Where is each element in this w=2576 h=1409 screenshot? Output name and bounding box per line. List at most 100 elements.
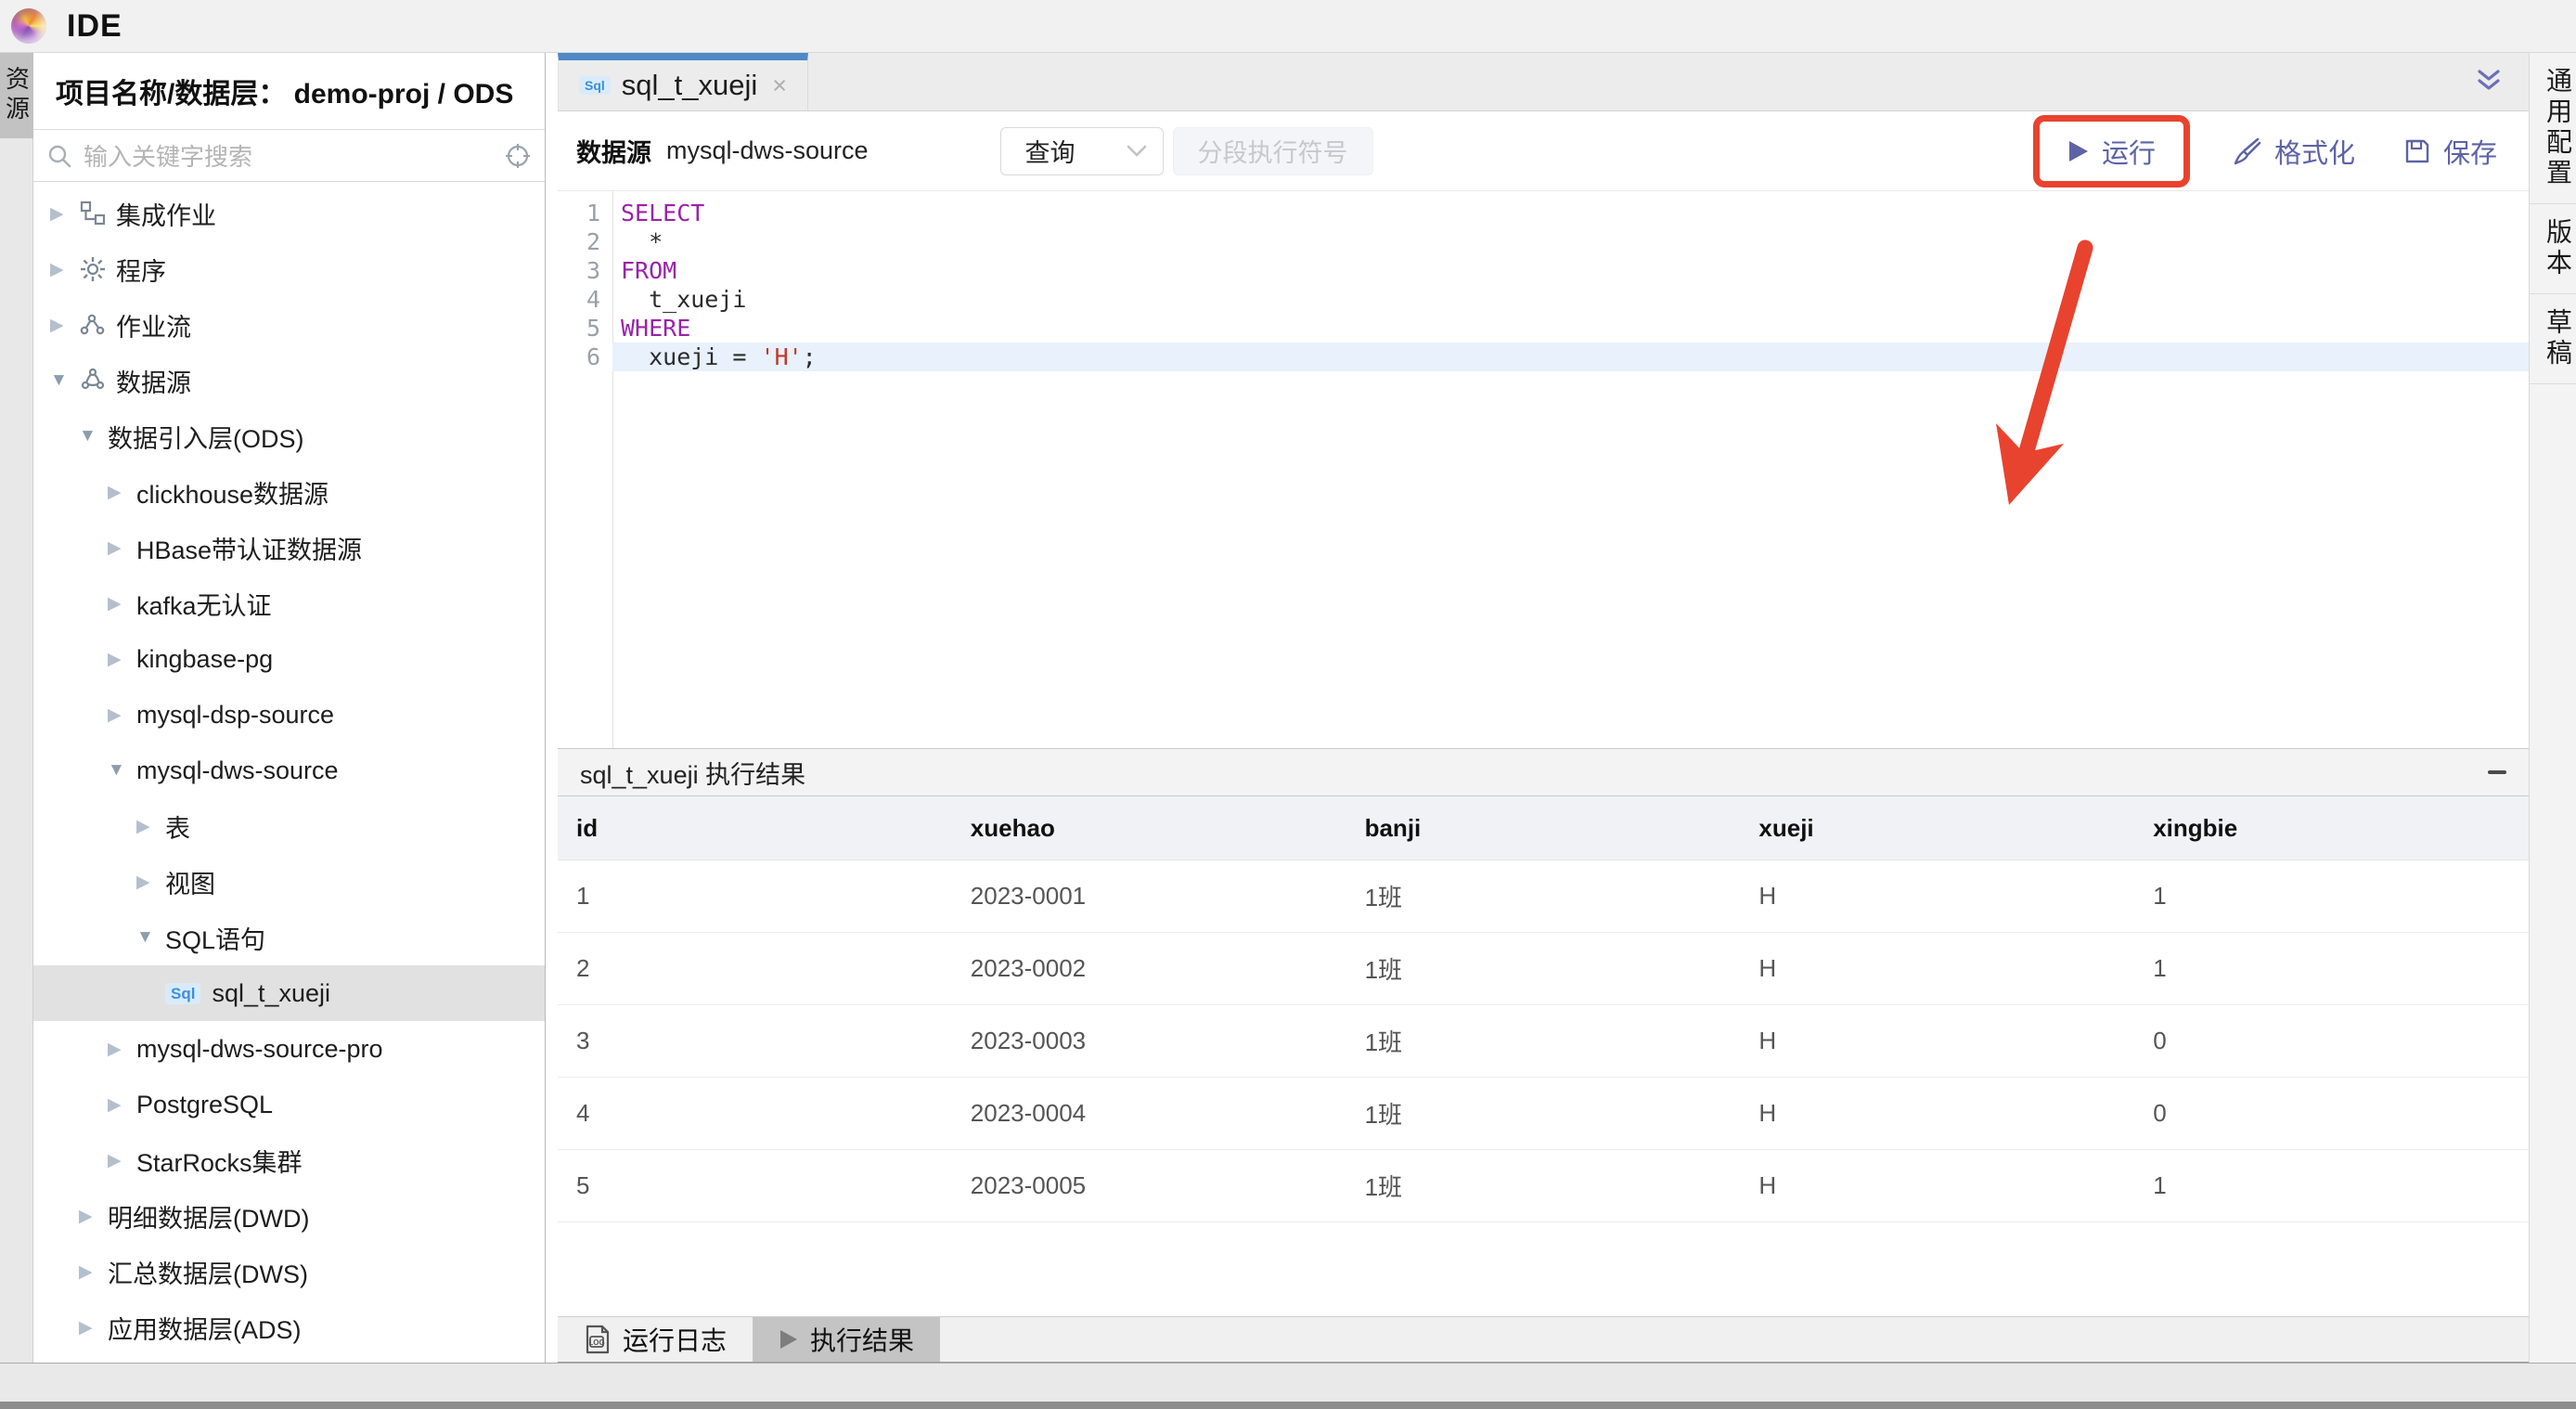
search-input[interactable]: 输入关键字搜索 (84, 138, 504, 173)
tree-item-mysql-dsp-source[interactable]: ▶ mysql-dsp-source (33, 687, 545, 743)
search-icon (46, 143, 72, 169)
expand-arrow-icon[interactable]: ▶ (108, 649, 136, 670)
table-cell: 1 (2134, 860, 2529, 933)
code-line-2[interactable]: 2 * (558, 227, 2529, 256)
tree-item-label: mysql-dsp-source (136, 701, 334, 730)
tree-item-label: 集成作业 (116, 196, 216, 232)
tab-close-icon[interactable]: × (772, 71, 787, 100)
code-text: FROM (612, 256, 2529, 285)
table-row[interactable]: 52023-00051班H1 (558, 1150, 2529, 1222)
sql-file-icon: Sql (579, 76, 611, 95)
results-table: idxuehaobanjixuejixingbie 12023-00011班H1… (558, 796, 2529, 1222)
table-row[interactable]: 32023-00031班H0 (558, 1005, 2529, 1078)
expand-arrow-icon[interactable]: ▶ (108, 537, 136, 559)
app-logo-icon (11, 8, 46, 44)
expand-arrow-icon[interactable]: ▶ (108, 1150, 136, 1171)
tab-run-log[interactable]: LOG 运行日志 (558, 1317, 753, 1362)
code-line-3[interactable]: 3FROM (558, 256, 2529, 285)
expand-arrow-icon[interactable]: ▶ (108, 1094, 136, 1116)
tree-search-bar[interactable]: 输入关键字搜索 (33, 130, 545, 182)
tree-item-clickhouse数据源[interactable]: ▶ clickhouse数据源 (33, 464, 545, 520)
expand-arrow-icon[interactable]: ▶ (79, 1261, 108, 1283)
tree-item-PostgreSQL[interactable]: ▶ PostgreSQL (33, 1077, 545, 1132)
tree-item-label: StarRocks集群 (136, 1143, 303, 1179)
expand-arrow-icon[interactable]: ▼ (79, 426, 108, 446)
tree-item-sql_t_xueji[interactable]: Sql sql_t_xueji (33, 965, 545, 1021)
tree-item-label: 作业流 (116, 307, 191, 343)
project-header: 项目名称/数据层： demo-proj / ODS (33, 53, 545, 130)
top-bar: IDE (0, 0, 2576, 53)
tree-item-集成作业[interactable]: ▶ 集成作业 (33, 186, 545, 241)
code-line-5[interactable]: 5WHERE (558, 314, 2529, 343)
locate-icon[interactable] (504, 142, 532, 170)
tree-item-应用数据层(ADS)[interactable]: ▶ 应用数据层(ADS) (33, 1299, 545, 1355)
tree-item-程序[interactable]: ▶ 程序 (33, 241, 545, 297)
table-row[interactable]: 22023-00021班H1 (558, 933, 2529, 1005)
tree-item-视图[interactable]: ▶ 视图 (33, 854, 545, 910)
expand-arrow-icon[interactable]: ▶ (136, 816, 165, 837)
tree-item-HBase带认证数据源[interactable]: ▶ HBase带认证数据源 (33, 520, 545, 575)
save-button[interactable]: 保存 (2403, 132, 2497, 171)
table-cell: 2023-0001 (952, 860, 1346, 933)
table-cell: 5 (558, 1150, 952, 1222)
expand-arrow-icon[interactable]: ▶ (79, 1206, 108, 1227)
expand-arrow-icon[interactable]: ▶ (108, 704, 136, 726)
table-row[interactable]: 42023-00041班H0 (558, 1078, 2529, 1150)
chevron-down-icon (1126, 144, 1148, 159)
line-number: 1 (558, 199, 612, 227)
code-line-1[interactable]: 1SELECT (558, 199, 2529, 227)
tab-exec-result[interactable]: 执行结果 (753, 1317, 940, 1362)
workflow-icon (79, 311, 107, 339)
expand-arrow-icon[interactable]: ▶ (108, 482, 136, 503)
expand-arrow-icon[interactable]: ▶ (108, 1039, 136, 1060)
tree-item-StarRocks集群[interactable]: ▶ StarRocks集群 (33, 1132, 545, 1188)
format-button[interactable]: 格式化 (2233, 132, 2355, 171)
table-cell: 4 (558, 1078, 952, 1150)
column-header-id: id (558, 796, 952, 860)
tree-item-表[interactable]: ▶ 表 (33, 798, 545, 854)
tree-item-作业流[interactable]: ▶ 作业流 (33, 297, 545, 353)
tree-item-label: 应用数据层(ADS) (108, 1310, 302, 1346)
expand-arrow-icon[interactable]: ▶ (50, 259, 79, 280)
expand-arrow-icon[interactable]: ▶ (50, 203, 79, 225)
save-icon (2403, 137, 2431, 165)
expand-arrow-icon[interactable]: ▼ (108, 760, 136, 781)
tree-item-数据引入层(ODS)[interactable]: ▼ 数据引入层(ODS) (33, 408, 545, 464)
line-number: 6 (558, 343, 612, 371)
tree-item-kafka无认证[interactable]: ▶ kafka无认证 (33, 575, 545, 631)
rail-tab-resources[interactable]: 资源 (0, 53, 33, 138)
table-cell: 2023-0004 (952, 1078, 1346, 1150)
collapse-editor-icon[interactable] (2473, 53, 2505, 110)
tab-sql-t-xueji[interactable]: Sql sql_t_xueji × (558, 53, 808, 110)
minimize-icon[interactable] (2488, 770, 2506, 774)
tree-item-SQL语句[interactable]: ▼ SQL语句 (33, 910, 545, 965)
query-mode-select[interactable]: 查询 (1000, 127, 1164, 175)
tree-item-汇总数据层(DWS)[interactable]: ▶ 汇总数据层(DWS) (33, 1244, 545, 1299)
tree-item-mysql-dws-source-pro[interactable]: ▶ mysql-dws-source-pro (33, 1021, 545, 1077)
code-line-6[interactable]: 6 xueji = 'H'; (558, 343, 2529, 371)
code-text: * (612, 227, 2529, 256)
table-row[interactable]: 12023-00011班H1 (558, 860, 2529, 933)
run-button[interactable]: 运行 (2067, 132, 2156, 171)
play-icon (2067, 139, 2090, 163)
code-line-4[interactable]: 4 t_xueji (558, 285, 2529, 314)
expand-arrow-icon[interactable]: ▶ (79, 1317, 108, 1338)
results-panel-title: sql_t_xueji 执行结果 (580, 755, 805, 791)
expand-arrow-icon[interactable]: ▼ (136, 927, 165, 948)
table-cell: 2 (558, 933, 952, 1005)
tree-item-mysql-dws-source[interactable]: ▼ mysql-dws-source (33, 743, 545, 798)
expand-arrow-icon[interactable]: ▶ (136, 872, 165, 893)
tree-item-kingbase-pg[interactable]: ▶ kingbase-pg (33, 631, 545, 687)
tree-item-数据源[interactable]: ▼ 数据源 (33, 353, 545, 408)
right-rail-item-版本[interactable]: 版本 (2530, 204, 2576, 294)
tree-item-label: 表 (165, 808, 190, 845)
tree-item-明细数据层(DWD)[interactable]: ▶ 明细数据层(DWD) (33, 1188, 545, 1244)
right-rail-item-草稿[interactable]: 草稿 (2530, 294, 2576, 384)
sql-code-editor[interactable]: 1SELECT2 *3FROM4 t_xueji5WHERE6 xueji = … (558, 191, 2529, 748)
line-number: 4 (558, 285, 612, 314)
right-rail-item-通用配置[interactable]: 通用配置 (2530, 53, 2576, 204)
expand-arrow-icon[interactable]: ▶ (50, 315, 79, 336)
table-cell: 1班 (1346, 1005, 1741, 1078)
expand-arrow-icon[interactable]: ▼ (50, 370, 79, 391)
expand-arrow-icon[interactable]: ▶ (108, 593, 136, 614)
